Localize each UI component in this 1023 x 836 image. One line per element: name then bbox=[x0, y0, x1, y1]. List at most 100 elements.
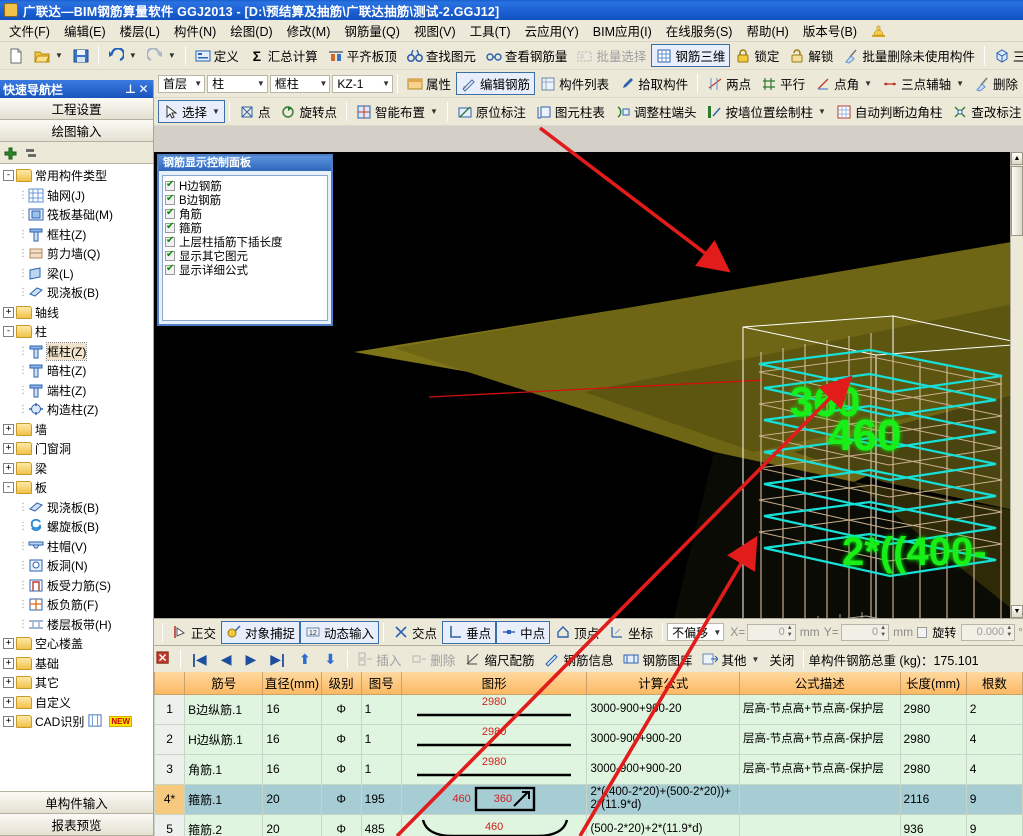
view-rebar-qty-button[interactable]: 查看钢筋量 bbox=[481, 44, 573, 67]
snap-midpoint-button[interactable]: 中点 bbox=[496, 620, 551, 644]
collapse-icon[interactable]: - bbox=[3, 170, 14, 182]
chevron-down-icon[interactable]: ▼ bbox=[818, 107, 826, 116]
define-button[interactable]: 定义 bbox=[190, 44, 244, 67]
next-record-button[interactable]: ▶ bbox=[238, 651, 263, 668]
menu-item-help[interactable]: 帮助(H) bbox=[739, 19, 795, 42]
x-offset-input[interactable]: 0 ▲ ▼ bbox=[747, 623, 796, 641]
cell-figure-no[interactable]: 1 bbox=[360, 724, 402, 755]
adjust-column-end-button[interactable]: 调整柱端头 bbox=[610, 100, 702, 123]
y-offset-input[interactable]: 0 ▲ ▼ bbox=[840, 623, 890, 641]
rotate-input[interactable]: 0.000 ▲ ▼ bbox=[961, 623, 1016, 641]
move-down-button[interactable]: ⬇ bbox=[318, 651, 344, 668]
close-editor-icon[interactable] bbox=[156, 651, 172, 667]
menu-item-tools[interactable]: 工具(T) bbox=[463, 19, 518, 42]
checkbox-upper-column-insert[interactable] bbox=[165, 235, 175, 247]
member-selector[interactable]: KZ-1 ▼ bbox=[332, 74, 394, 93]
chevron-down-icon[interactable]: ▼ bbox=[956, 79, 964, 88]
dynamic-input-toggle[interactable]: 12 动态输入 bbox=[300, 620, 380, 644]
expand-icon[interactable]: + bbox=[3, 443, 14, 455]
tree-item[interactable]: ⋮ 板受力筋(S) bbox=[1, 576, 153, 596]
cell-figure-no[interactable]: 485 bbox=[360, 814, 402, 836]
cell-diameter[interactable]: 16 bbox=[262, 724, 322, 755]
tree-item[interactable]: ⋮ 框柱(Z) bbox=[1, 341, 153, 362]
tree-item[interactable]: ⋮ 现浇板(B) bbox=[1, 283, 153, 303]
object-snap-toggle[interactable]: 对象捕捉 bbox=[221, 620, 301, 644]
cell-grade[interactable]: Φ bbox=[320, 694, 362, 725]
cell-formula[interactable]: 3000-900+900-20 bbox=[586, 754, 740, 785]
tree-item[interactable]: ⋮ 梁(L) bbox=[1, 264, 153, 284]
cell-name[interactable]: 箍筋.1 bbox=[184, 784, 264, 815]
tree-item[interactable]: ⋮ 构造柱(Z) bbox=[1, 400, 153, 420]
cell-diameter[interactable]: 20 bbox=[262, 814, 322, 836]
component-list-button[interactable]: 构件列表 bbox=[535, 72, 614, 95]
project-settings-button[interactable]: 工程设置 bbox=[0, 98, 153, 120]
menu-item-rebar-qty[interactable]: 钢筋量(Q) bbox=[337, 19, 407, 42]
table-row[interactable]: 2 H边纵筋.1 16 Φ 1 2980 3000-900+900-20 层高-… bbox=[154, 724, 1023, 755]
lock-button[interactable]: 锁定 bbox=[730, 44, 784, 67]
col-header-diameter[interactable]: 直径(mm) bbox=[262, 672, 322, 695]
draw-column-by-wall-button[interactable]: 按墙位置绘制柱 ▼ bbox=[701, 100, 830, 123]
find-element-button[interactable]: 查找图元 bbox=[402, 44, 481, 67]
drawing-input-button[interactable]: 绘图输入 bbox=[0, 120, 153, 142]
chevron-down-icon[interactable]: ▼ bbox=[752, 655, 760, 664]
rebar-table-container[interactable]: 筋号 直径(mm) 级别 图号 图形 计算公式 公式描述 长度(mm) 根数 1… bbox=[154, 672, 1023, 836]
3d-viewport[interactable]: Z Y X 钢筋显示控制面板 H边钢筋 B边钢筋 角筋 箍筋 上层柱插筋下插长度… bbox=[154, 152, 1023, 618]
tree-folder[interactable]: - 常用构件类型 bbox=[1, 166, 153, 186]
scroll-up-button[interactable]: ▲ bbox=[1011, 152, 1023, 165]
tree-folder[interactable]: + 自定义 bbox=[1, 693, 153, 713]
tree-item[interactable]: ⋮ 暗柱(Z) bbox=[1, 361, 153, 381]
checkbox-row[interactable]: H边钢筋 bbox=[165, 179, 325, 193]
menu-item-modify[interactable]: 修改(M) bbox=[280, 19, 338, 42]
menu-item-cloud[interactable]: 云应用(Y) bbox=[518, 19, 586, 42]
edit-rebar-button[interactable]: 编辑钢筋 bbox=[456, 72, 536, 95]
cell-grade[interactable]: Φ bbox=[320, 814, 362, 836]
tree-folder[interactable]: + 其它 bbox=[1, 673, 153, 693]
last-record-button[interactable]: ▶| bbox=[263, 651, 292, 668]
chevron-down-icon[interactable]: ▼ bbox=[212, 107, 220, 116]
checkbox-row[interactable]: 显示其它图元 bbox=[165, 249, 325, 263]
summary-calc-button[interactable]: Σ 汇总计算 bbox=[244, 44, 323, 67]
cell-figure-no[interactable]: 1 bbox=[360, 754, 402, 785]
checkbox-row[interactable]: 角筋 bbox=[165, 207, 325, 221]
cell-grade[interactable]: Φ bbox=[320, 784, 362, 815]
checkbox-row[interactable]: 显示详细公式 bbox=[165, 263, 325, 277]
menu-item-bim[interactable]: BIM应用(I) bbox=[586, 19, 659, 42]
col-header-count[interactable]: 根数 bbox=[965, 672, 1023, 695]
chevron-down-icon[interactable]: ▼ bbox=[55, 51, 63, 60]
tree-item[interactable]: ⋮ 框柱(Z) bbox=[1, 225, 153, 245]
rebar-library-button[interactable]: 钢筋图库 bbox=[618, 648, 697, 671]
new-button[interactable] bbox=[3, 44, 29, 67]
parallel-axis-button[interactable]: 平行 bbox=[756, 72, 810, 95]
tree-folder[interactable]: + 门窗洞 bbox=[1, 439, 153, 459]
collapse-icon[interactable]: - bbox=[3, 482, 14, 494]
tree-folder[interactable]: + 梁 bbox=[1, 459, 153, 479]
checkbox-show-other-elements[interactable] bbox=[165, 249, 175, 261]
rebar-display-control-panel[interactable]: 钢筋显示控制面板 H边钢筋 B边钢筋 角筋 箍筋 上层柱插筋下插长度 显示其它图… bbox=[157, 154, 333, 326]
expand-icon[interactable]: + bbox=[3, 716, 14, 728]
spinner-icon[interactable]: ▲ ▼ bbox=[879, 625, 887, 640]
expand-icon[interactable]: + bbox=[3, 657, 14, 669]
table-row[interactable]: 3 角筋.1 16 Φ 1 2980 3000-900+900-20 层高-节点… bbox=[154, 754, 1023, 785]
col-header-shape[interactable]: 图形 bbox=[400, 672, 588, 695]
open-button[interactable]: ▼ bbox=[29, 44, 68, 67]
cell-count[interactable]: 4 bbox=[965, 724, 1023, 755]
cell-diameter[interactable]: 20 bbox=[262, 784, 322, 815]
delete-row-button[interactable]: 删除 bbox=[406, 648, 460, 671]
collapse-icon[interactable] bbox=[22, 145, 38, 161]
col-header-formula-desc[interactable]: 公式描述 bbox=[738, 672, 901, 695]
cell-diameter[interactable]: 16 bbox=[262, 754, 322, 785]
cell-count[interactable]: 4 bbox=[965, 754, 1023, 785]
cell-name[interactable]: H边纵筋.1 bbox=[184, 724, 264, 755]
menu-item-draw[interactable]: 绘图(D) bbox=[223, 19, 279, 42]
redo-button[interactable]: ▼ bbox=[142, 44, 181, 67]
ortho-toggle[interactable]: 正交 bbox=[167, 621, 221, 644]
two-point-axis-button[interactable]: 两点 bbox=[702, 72, 756, 95]
tree-item[interactable]: ⋮ 柱帽(V) bbox=[1, 537, 153, 557]
cell-diameter[interactable]: 16 bbox=[262, 694, 322, 725]
insitu-annotate-button[interactable]: 原位标注 bbox=[452, 100, 531, 123]
snap-perpendicular-button[interactable]: 垂点 bbox=[442, 620, 497, 644]
three-point-axis-button[interactable]: 三点辅轴 ▼ bbox=[877, 72, 969, 95]
chevron-down-icon[interactable]: ▼ bbox=[129, 51, 137, 60]
checkbox-b-rebar[interactable] bbox=[165, 193, 175, 205]
tree-folder[interactable]: + 空心楼盖 bbox=[1, 634, 153, 654]
